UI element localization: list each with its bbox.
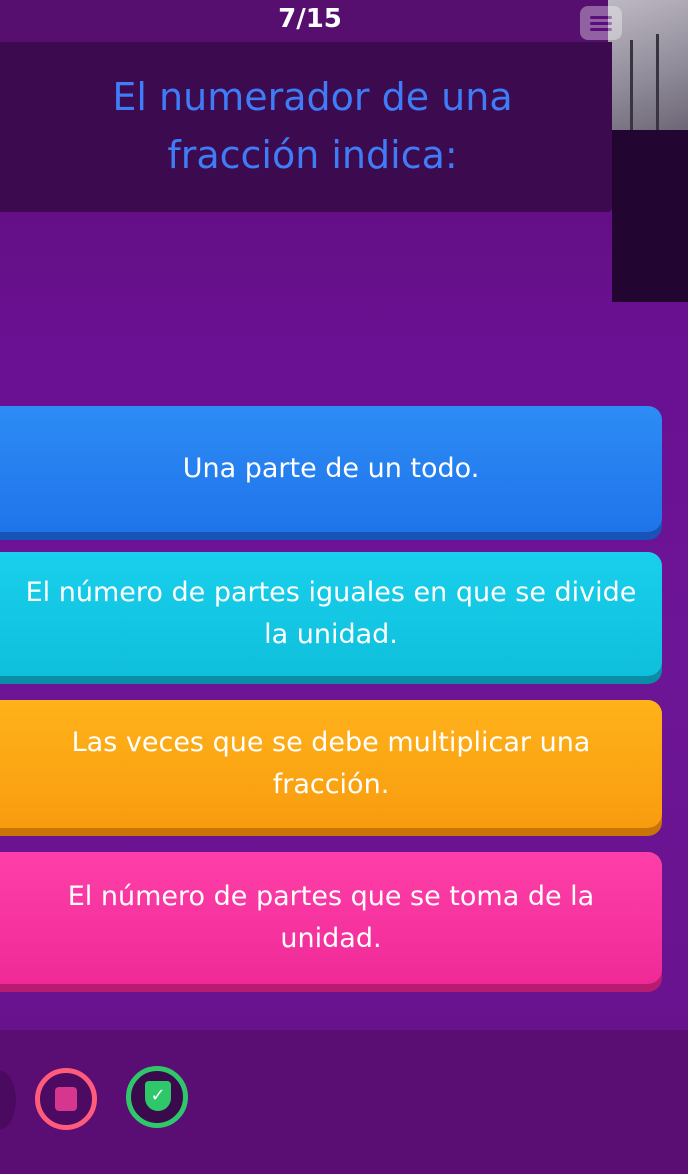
powerup-button-2[interactable]: ✓ <box>126 1066 188 1128</box>
answer-option-label: El número de partes iguales en que se di… <box>25 577 637 650</box>
side-panel <box>612 130 688 302</box>
shield-check-icon: ✓ <box>145 1081 171 1111</box>
powerup-bar <box>0 1030 688 1174</box>
powerup-button-1[interactable] <box>35 1068 97 1130</box>
question-panel: El numerador de una fracción indica: <box>0 42 612 212</box>
answer-option-1[interactable]: Una parte de un todo. <box>0 406 662 532</box>
answer-option-3[interactable]: Las veces que se debe multiplicar una fr… <box>0 700 662 828</box>
question-counter: 7/15 <box>278 4 342 34</box>
powerup-icon <box>55 1087 77 1111</box>
answer-option-label: Una parte de un todo. <box>182 453 480 484</box>
answer-option-4[interactable]: El número de partes que se toma de la un… <box>0 852 662 984</box>
answer-option-label: El número de partes que se toma de la un… <box>67 881 595 954</box>
question-text: El numerador de una fracción indica: <box>112 75 513 177</box>
menu-icon[interactable] <box>580 6 622 40</box>
answer-option-2[interactable]: El número de partes iguales en que se di… <box>0 552 662 676</box>
answer-option-label: Las veces que se debe multiplicar una fr… <box>71 727 591 800</box>
